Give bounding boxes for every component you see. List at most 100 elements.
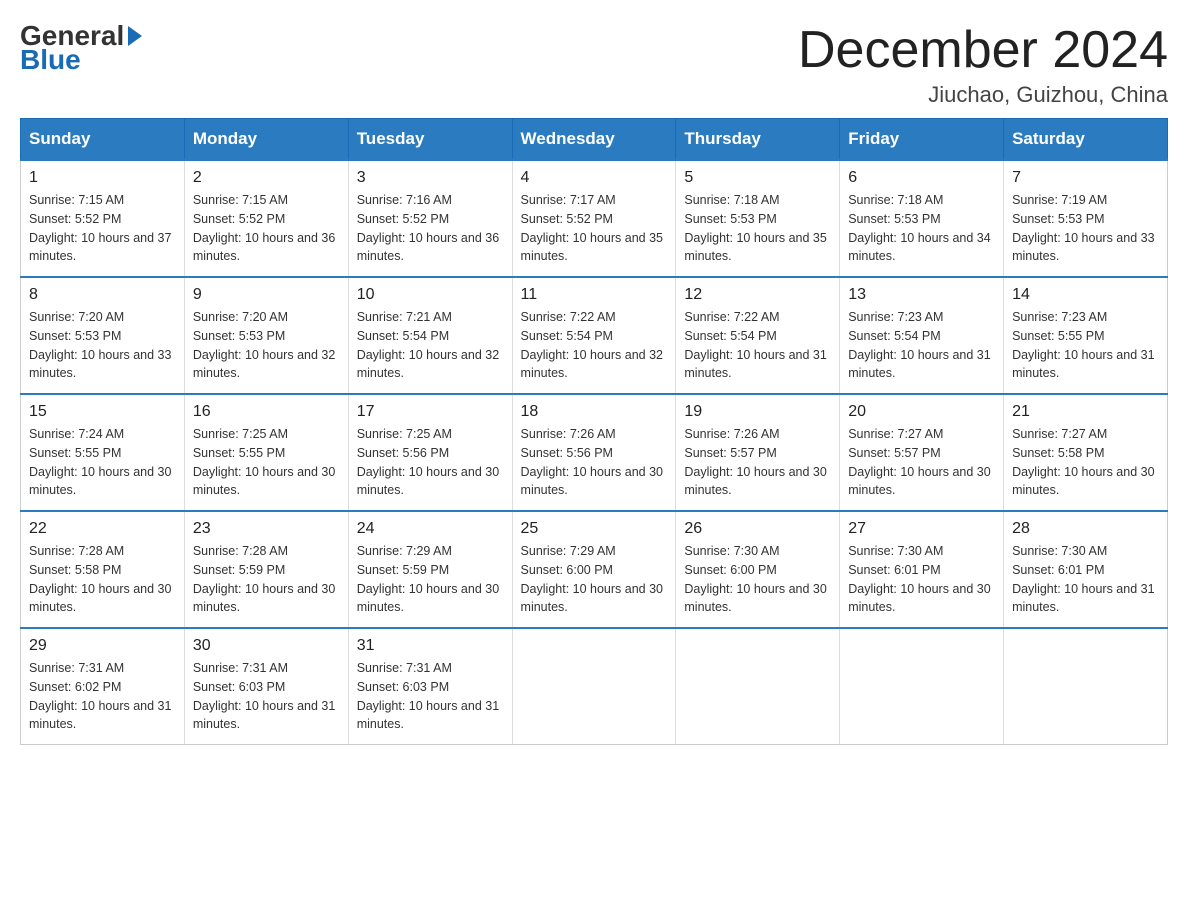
calendar-cell: 18 Sunrise: 7:26 AMSunset: 5:56 PMDaylig…	[512, 394, 676, 511]
calendar-header-row: SundayMondayTuesdayWednesdayThursdayFrid…	[21, 119, 1168, 161]
column-header-friday: Friday	[840, 119, 1004, 161]
calendar-cell: 6 Sunrise: 7:18 AMSunset: 5:53 PMDayligh…	[840, 160, 1004, 277]
column-header-sunday: Sunday	[21, 119, 185, 161]
day-number: 16	[193, 403, 340, 421]
calendar-cell: 29 Sunrise: 7:31 AMSunset: 6:02 PMDaylig…	[21, 628, 185, 745]
calendar-cell: 30 Sunrise: 7:31 AMSunset: 6:03 PMDaylig…	[184, 628, 348, 745]
day-number: 15	[29, 403, 176, 421]
calendar-cell	[512, 628, 676, 745]
calendar-table: SundayMondayTuesdayWednesdayThursdayFrid…	[20, 118, 1168, 745]
title-block: December 2024 Jiuchao, Guizhou, China	[798, 20, 1168, 108]
day-number: 19	[684, 403, 831, 421]
calendar-week-row: 29 Sunrise: 7:31 AMSunset: 6:02 PMDaylig…	[21, 628, 1168, 745]
day-info: Sunrise: 7:28 AMSunset: 5:59 PMDaylight:…	[193, 544, 335, 614]
day-info: Sunrise: 7:31 AMSunset: 6:03 PMDaylight:…	[357, 661, 499, 731]
column-header-thursday: Thursday	[676, 119, 840, 161]
calendar-cell: 28 Sunrise: 7:30 AMSunset: 6:01 PMDaylig…	[1004, 511, 1168, 628]
location-subtitle: Jiuchao, Guizhou, China	[798, 82, 1168, 108]
day-number: 24	[357, 520, 504, 538]
day-number: 22	[29, 520, 176, 538]
column-header-wednesday: Wednesday	[512, 119, 676, 161]
day-info: Sunrise: 7:29 AMSunset: 6:00 PMDaylight:…	[521, 544, 663, 614]
day-number: 30	[193, 637, 340, 655]
page-header: General Blue December 2024 Jiuchao, Guiz…	[20, 20, 1168, 108]
day-number: 18	[521, 403, 668, 421]
calendar-cell: 17 Sunrise: 7:25 AMSunset: 5:56 PMDaylig…	[348, 394, 512, 511]
day-info: Sunrise: 7:18 AMSunset: 5:53 PMDaylight:…	[848, 193, 990, 263]
day-info: Sunrise: 7:25 AMSunset: 5:56 PMDaylight:…	[357, 427, 499, 497]
day-info: Sunrise: 7:19 AMSunset: 5:53 PMDaylight:…	[1012, 193, 1154, 263]
day-number: 9	[193, 286, 340, 304]
calendar-cell: 3 Sunrise: 7:16 AMSunset: 5:52 PMDayligh…	[348, 160, 512, 277]
day-info: Sunrise: 7:15 AMSunset: 5:52 PMDaylight:…	[29, 193, 171, 263]
day-info: Sunrise: 7:22 AMSunset: 5:54 PMDaylight:…	[684, 310, 826, 380]
day-info: Sunrise: 7:16 AMSunset: 5:52 PMDaylight:…	[357, 193, 499, 263]
day-number: 6	[848, 169, 995, 187]
day-info: Sunrise: 7:28 AMSunset: 5:58 PMDaylight:…	[29, 544, 171, 614]
day-info: Sunrise: 7:31 AMSunset: 6:02 PMDaylight:…	[29, 661, 171, 731]
day-info: Sunrise: 7:22 AMSunset: 5:54 PMDaylight:…	[521, 310, 663, 380]
calendar-cell: 15 Sunrise: 7:24 AMSunset: 5:55 PMDaylig…	[21, 394, 185, 511]
day-number: 14	[1012, 286, 1159, 304]
calendar-cell: 1 Sunrise: 7:15 AMSunset: 5:52 PMDayligh…	[21, 160, 185, 277]
calendar-cell: 21 Sunrise: 7:27 AMSunset: 5:58 PMDaylig…	[1004, 394, 1168, 511]
day-number: 13	[848, 286, 995, 304]
calendar-cell: 23 Sunrise: 7:28 AMSunset: 5:59 PMDaylig…	[184, 511, 348, 628]
day-number: 23	[193, 520, 340, 538]
day-number: 26	[684, 520, 831, 538]
calendar-week-row: 22 Sunrise: 7:28 AMSunset: 5:58 PMDaylig…	[21, 511, 1168, 628]
calendar-cell: 26 Sunrise: 7:30 AMSunset: 6:00 PMDaylig…	[676, 511, 840, 628]
day-info: Sunrise: 7:18 AMSunset: 5:53 PMDaylight:…	[684, 193, 826, 263]
calendar-cell: 13 Sunrise: 7:23 AMSunset: 5:54 PMDaylig…	[840, 277, 1004, 394]
column-header-monday: Monday	[184, 119, 348, 161]
day-info: Sunrise: 7:27 AMSunset: 5:58 PMDaylight:…	[1012, 427, 1154, 497]
day-info: Sunrise: 7:26 AMSunset: 5:56 PMDaylight:…	[521, 427, 663, 497]
calendar-cell	[840, 628, 1004, 745]
day-info: Sunrise: 7:21 AMSunset: 5:54 PMDaylight:…	[357, 310, 499, 380]
day-info: Sunrise: 7:30 AMSunset: 6:01 PMDaylight:…	[848, 544, 990, 614]
day-number: 28	[1012, 520, 1159, 538]
calendar-cell: 4 Sunrise: 7:17 AMSunset: 5:52 PMDayligh…	[512, 160, 676, 277]
calendar-cell: 11 Sunrise: 7:22 AMSunset: 5:54 PMDaylig…	[512, 277, 676, 394]
day-info: Sunrise: 7:24 AMSunset: 5:55 PMDaylight:…	[29, 427, 171, 497]
day-number: 1	[29, 169, 176, 187]
calendar-cell: 10 Sunrise: 7:21 AMSunset: 5:54 PMDaylig…	[348, 277, 512, 394]
logo: General Blue	[20, 20, 142, 76]
day-info: Sunrise: 7:29 AMSunset: 5:59 PMDaylight:…	[357, 544, 499, 614]
day-info: Sunrise: 7:31 AMSunset: 6:03 PMDaylight:…	[193, 661, 335, 731]
calendar-cell: 12 Sunrise: 7:22 AMSunset: 5:54 PMDaylig…	[676, 277, 840, 394]
calendar-cell: 27 Sunrise: 7:30 AMSunset: 6:01 PMDaylig…	[840, 511, 1004, 628]
day-number: 2	[193, 169, 340, 187]
day-info: Sunrise: 7:27 AMSunset: 5:57 PMDaylight:…	[848, 427, 990, 497]
calendar-cell: 16 Sunrise: 7:25 AMSunset: 5:55 PMDaylig…	[184, 394, 348, 511]
day-number: 4	[521, 169, 668, 187]
calendar-cell	[1004, 628, 1168, 745]
calendar-cell: 8 Sunrise: 7:20 AMSunset: 5:53 PMDayligh…	[21, 277, 185, 394]
day-number: 5	[684, 169, 831, 187]
column-header-saturday: Saturday	[1004, 119, 1168, 161]
day-number: 10	[357, 286, 504, 304]
calendar-cell	[676, 628, 840, 745]
day-info: Sunrise: 7:17 AMSunset: 5:52 PMDaylight:…	[521, 193, 663, 263]
day-number: 8	[29, 286, 176, 304]
calendar-cell: 7 Sunrise: 7:19 AMSunset: 5:53 PMDayligh…	[1004, 160, 1168, 277]
calendar-cell: 14 Sunrise: 7:23 AMSunset: 5:55 PMDaylig…	[1004, 277, 1168, 394]
day-info: Sunrise: 7:20 AMSunset: 5:53 PMDaylight:…	[193, 310, 335, 380]
day-info: Sunrise: 7:30 AMSunset: 6:00 PMDaylight:…	[684, 544, 826, 614]
day-number: 17	[357, 403, 504, 421]
day-number: 29	[29, 637, 176, 655]
day-number: 27	[848, 520, 995, 538]
day-info: Sunrise: 7:26 AMSunset: 5:57 PMDaylight:…	[684, 427, 826, 497]
day-number: 12	[684, 286, 831, 304]
logo-arrow-icon	[128, 26, 142, 46]
day-info: Sunrise: 7:15 AMSunset: 5:52 PMDaylight:…	[193, 193, 335, 263]
day-number: 21	[1012, 403, 1159, 421]
day-number: 7	[1012, 169, 1159, 187]
day-info: Sunrise: 7:23 AMSunset: 5:55 PMDaylight:…	[1012, 310, 1154, 380]
day-number: 3	[357, 169, 504, 187]
day-number: 31	[357, 637, 504, 655]
calendar-week-row: 15 Sunrise: 7:24 AMSunset: 5:55 PMDaylig…	[21, 394, 1168, 511]
day-info: Sunrise: 7:20 AMSunset: 5:53 PMDaylight:…	[29, 310, 171, 380]
calendar-cell: 5 Sunrise: 7:18 AMSunset: 5:53 PMDayligh…	[676, 160, 840, 277]
calendar-cell: 19 Sunrise: 7:26 AMSunset: 5:57 PMDaylig…	[676, 394, 840, 511]
